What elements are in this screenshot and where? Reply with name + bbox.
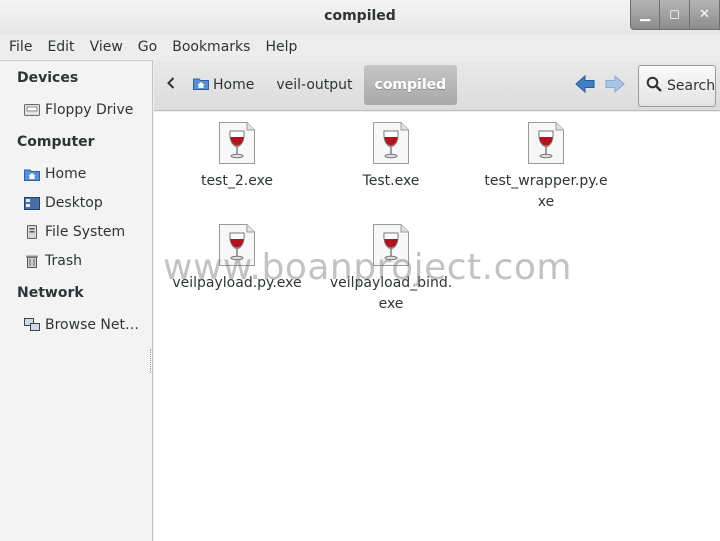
file-name: Test.exe [362,173,420,189]
breadcrumb-home[interactable]: Home [182,65,265,105]
file-icon-view: test_2.exe Test.exe test_wrapper.py.exe … [154,112,720,541]
pane-resize-handle[interactable] [150,349,152,373]
computer-heading: Computer [17,134,95,150]
file-item[interactable]: Test.exe [326,122,456,192]
network-icon [24,318,40,332]
breadcrumb-scroll-left[interactable] [160,65,182,105]
chevron-left-icon [167,77,175,93]
location-toolbar: Home veil-output compiled Search [154,61,720,111]
sidebar-item-label: Trash [45,253,82,269]
sidebar-item-file-system[interactable]: File System [24,224,152,240]
history-navigation [574,73,626,99]
sidebar-item-label: File System [45,224,126,240]
wine-exe-icon [373,122,409,164]
places-sidebar: Devices Floppy Drive Computer Home Deskt… [0,60,153,541]
menu-bar: File Edit View Go Bookmarks Help [0,34,720,60]
devices-heading: Devices [17,70,79,86]
floppy-icon [24,103,40,117]
home-folder-icon [24,167,40,181]
menu-view[interactable]: View [90,34,123,60]
sidebar-item-label: Browse Net… [45,317,140,333]
search-label: Search [667,78,716,94]
window-controls: ▁ ◻ ✕ [630,0,720,30]
maximize-button[interactable]: ◻ [660,0,690,30]
menu-go[interactable]: Go [138,34,157,60]
wine-exe-icon [219,122,255,164]
close-button[interactable]: ✕ [690,0,720,30]
network-heading: Network [17,285,84,301]
window-title: compiled [324,8,396,24]
file-name: test_wrapper.py.exe [484,173,608,210]
menu-bookmarks[interactable]: Bookmarks [172,34,250,60]
wine-exe-icon [528,122,564,164]
breadcrumb-label: Home [213,77,255,93]
search-button[interactable]: Search [638,65,716,107]
sidebar-item-trash[interactable]: Trash [24,253,152,269]
desktop-icon [24,196,40,210]
home-folder-icon [193,77,209,94]
menu-help[interactable]: Help [265,34,297,60]
file-name: test_2.exe [200,173,274,189]
file-item[interactable]: test_wrapper.py.exe [481,122,611,213]
watermark-text: www.boanproject.com [163,247,572,288]
search-icon [646,76,667,96]
sidebar-item-label: Desktop [45,195,103,211]
minimize-button[interactable]: ▁ [630,0,660,30]
breadcrumb-veil-output[interactable]: veil-output [265,65,363,105]
sidebar-item-desktop[interactable]: Desktop [24,195,152,211]
title-bar: compiled ▁ ◻ ✕ [0,0,720,34]
sidebar-item-home[interactable]: Home [24,166,152,182]
sidebar-item-browse-network[interactable]: Browse Net… [24,317,152,333]
sidebar-item-label: Home [45,166,87,182]
menu-edit[interactable]: Edit [47,34,74,60]
forward-arrow-icon[interactable] [604,73,626,99]
sidebar-item-floppy-drive[interactable]: Floppy Drive [24,102,152,118]
menu-file[interactable]: File [9,34,32,60]
sidebar-item-label: Floppy Drive [45,102,134,118]
breadcrumb: Home veil-output compiled [160,65,458,105]
drive-icon [24,225,40,239]
breadcrumb-compiled[interactable]: compiled [363,65,458,105]
back-arrow-icon[interactable] [574,73,596,99]
trash-icon [24,254,40,268]
file-item[interactable]: test_2.exe [172,122,302,192]
